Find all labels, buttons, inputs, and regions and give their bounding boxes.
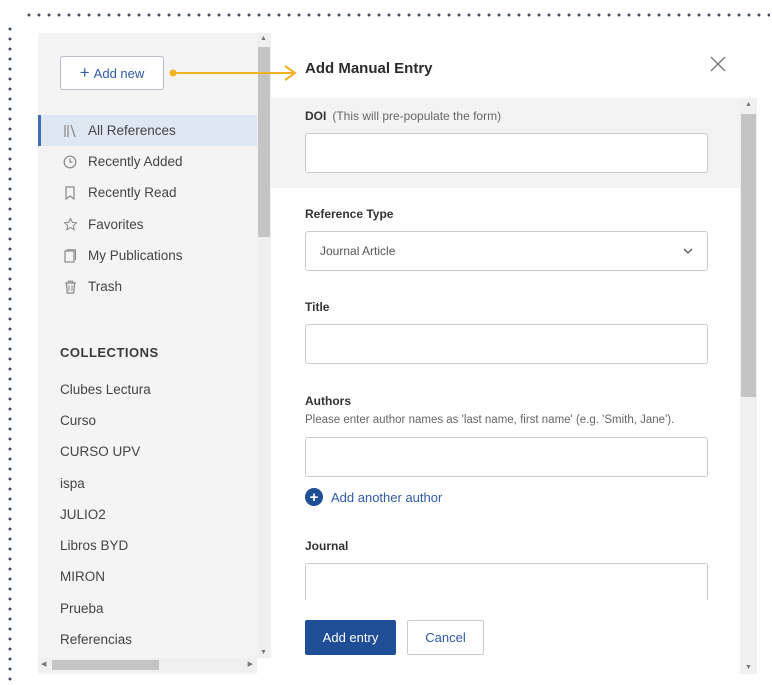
scroll-right-icon[interactable]: ▶: [248, 660, 253, 668]
sidebar-item-all-references[interactable]: All References: [38, 115, 257, 146]
sidebar-item-my-publications[interactable]: My Publications: [38, 240, 257, 271]
dotted-frame-left: [8, 24, 12, 682]
add-entry-button[interactable]: Add entry: [305, 620, 396, 655]
plus-circle-icon: +: [305, 488, 323, 506]
scroll-up-icon[interactable]: ▲: [260, 35, 267, 42]
dialog-title: Add Manual Entry: [305, 60, 433, 77]
authors-help-text: Please enter author names as 'last name,…: [305, 414, 675, 426]
star-icon: [60, 217, 80, 232]
sidebar-item-recently-added[interactable]: Recently Added: [38, 146, 257, 177]
close-icon: [710, 56, 726, 72]
scroll-up-icon[interactable]: ▲: [745, 101, 752, 108]
doi-label-text: DOI: [305, 109, 327, 123]
sidebar-item-label: Recently Read: [88, 185, 177, 200]
add-another-author-button[interactable]: + Add another author: [305, 488, 442, 506]
add-another-author-label: Add another author: [331, 489, 443, 505]
sidebar-item-label: My Publications: [88, 248, 183, 263]
collection-item[interactable]: MIRON: [60, 569, 105, 584]
scrollbar-thumb[interactable]: [52, 660, 159, 670]
plus-icon: +: [79, 62, 90, 82]
journal-label: Journal: [305, 539, 349, 553]
scroll-down-icon[interactable]: ▼: [260, 649, 267, 656]
collection-item[interactable]: JULIO2: [60, 507, 106, 522]
author-input[interactable]: [305, 437, 708, 477]
collection-item[interactable]: Referencias: [60, 632, 132, 647]
doi-label: DOI (This will pre-populate the form): [305, 109, 501, 123]
chevron-down-icon: [683, 248, 693, 254]
cancel-button[interactable]: Cancel: [407, 620, 484, 655]
bookmark-icon: [60, 185, 80, 200]
scroll-down-icon[interactable]: ▼: [745, 664, 752, 671]
dialog-scrollbar[interactable]: ▲ ▼: [740, 98, 757, 674]
library-icon: [60, 124, 80, 138]
sidebar-item-label: Recently Added: [88, 154, 183, 169]
dotted-frame-top: [24, 13, 770, 17]
collection-item[interactable]: Libros BYD: [60, 538, 128, 553]
publications-icon: [60, 248, 80, 263]
collection-item[interactable]: CURSO UPV: [60, 444, 140, 459]
doi-input[interactable]: [305, 133, 708, 173]
journal-input[interactable]: [305, 563, 708, 603]
add-new-button[interactable]: + Add new: [60, 56, 164, 90]
add-new-label: Add new: [93, 65, 145, 81]
reference-type-label: Reference Type: [305, 207, 394, 221]
sidebar-item-recently-read[interactable]: Recently Read: [38, 177, 257, 208]
title-label: Title: [305, 300, 330, 314]
collection-item[interactable]: Clubes Lectura: [60, 382, 151, 397]
reference-type-select[interactable]: Journal Article: [305, 231, 708, 271]
collection-item[interactable]: ispa: [60, 476, 85, 491]
collections-header: COLLECTIONS: [60, 345, 159, 360]
sidebar-vertical-scrollbar[interactable]: ▲ ▼: [257, 33, 271, 658]
scroll-left-icon[interactable]: ◀: [41, 660, 46, 668]
scrollbar-thumb[interactable]: [258, 47, 270, 237]
sidebar-item-label: All References: [88, 123, 176, 138]
title-input[interactable]: [305, 324, 708, 364]
sidebar-item-label: Favorites: [88, 217, 144, 232]
collection-item[interactable]: Curso: [60, 413, 96, 428]
collection-item[interactable]: Prueba: [60, 601, 104, 616]
trash-icon: [60, 280, 80, 294]
doi-hint: (This will pre-populate the form): [332, 109, 502, 123]
close-button[interactable]: [708, 54, 728, 74]
scrollbar-thumb[interactable]: [741, 114, 756, 397]
sidebar-item-trash[interactable]: Trash: [38, 271, 257, 302]
clock-icon: [60, 155, 80, 169]
sidebar-item-label: Trash: [88, 279, 123, 294]
reference-type-value: Journal Article: [320, 244, 396, 258]
sidebar-horizontal-scrollbar[interactable]: ◀ ▶: [38, 658, 257, 672]
authors-label: Authors: [305, 394, 351, 408]
sidebar-item-favorites[interactable]: Favorites: [38, 209, 257, 240]
